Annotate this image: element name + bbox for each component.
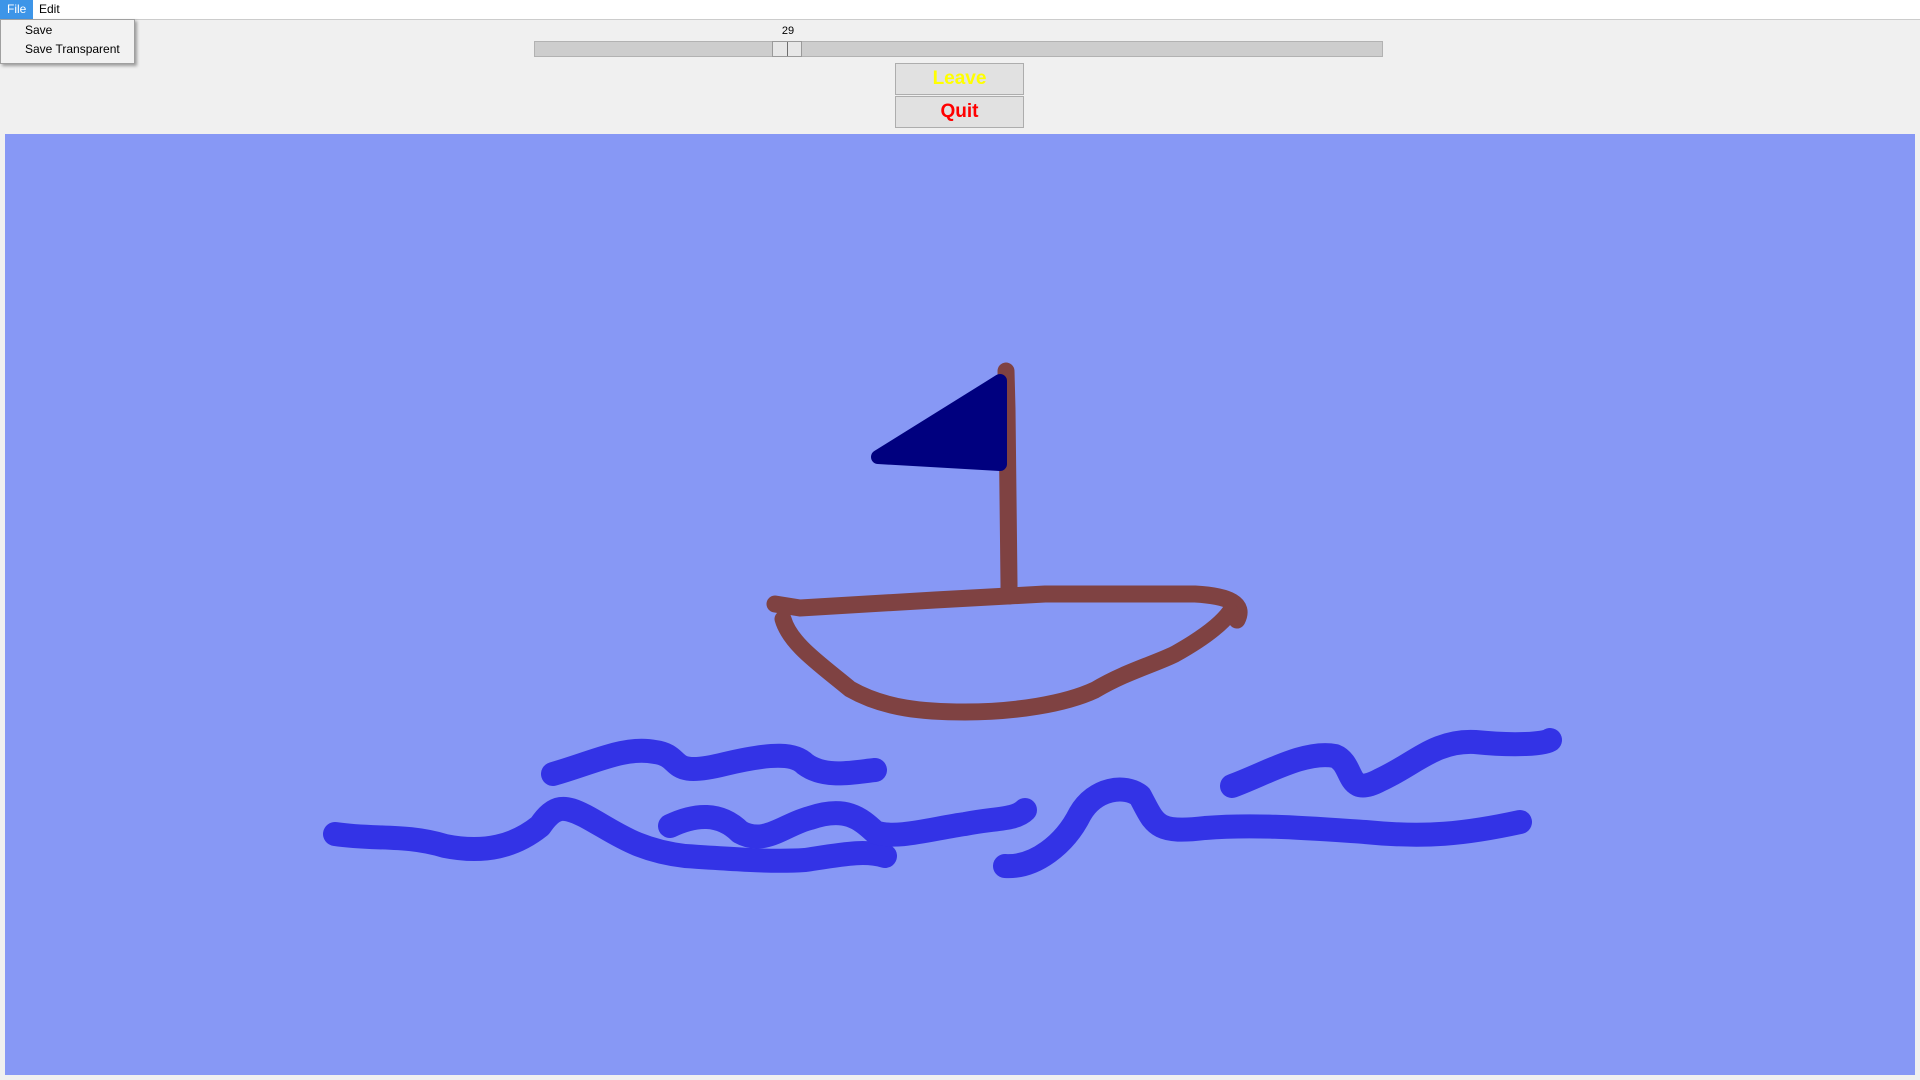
- menu-edit[interactable]: Edit: [32, 0, 67, 19]
- deck-stroke: [766, 585, 1248, 629]
- menu-item-save-transparent[interactable]: Save Transparent: [1, 40, 134, 59]
- wave-stroke: [1220, 728, 1562, 798]
- menu-item-save[interactable]: Save: [1, 21, 134, 40]
- slider-thumb[interactable]: [772, 41, 802, 57]
- boat-drawing: [766, 362, 1248, 721]
- menu-bar: File Edit: [0, 0, 1920, 20]
- canvas-drawing: [323, 362, 1562, 879]
- leave-button[interactable]: Leave: [895, 63, 1024, 95]
- quit-button[interactable]: Quit: [895, 96, 1024, 128]
- wave-stroke: [658, 798, 1037, 849]
- drawing-canvas[interactable]: [5, 134, 1915, 1075]
- wave-stroke: [541, 738, 887, 786]
- brush-size-value: 29: [781, 25, 795, 37]
- sail-drawing: [871, 374, 1007, 471]
- menu-file[interactable]: File: [0, 0, 34, 19]
- hull-stroke: [774, 603, 1239, 721]
- file-dropdown-menu: Save Save Transparent: [0, 19, 135, 64]
- waves-drawing: [323, 728, 1562, 879]
- wave-stroke: [993, 777, 1532, 879]
- brush-size-slider[interactable]: [534, 41, 1383, 57]
- sail-shape: [871, 374, 1007, 471]
